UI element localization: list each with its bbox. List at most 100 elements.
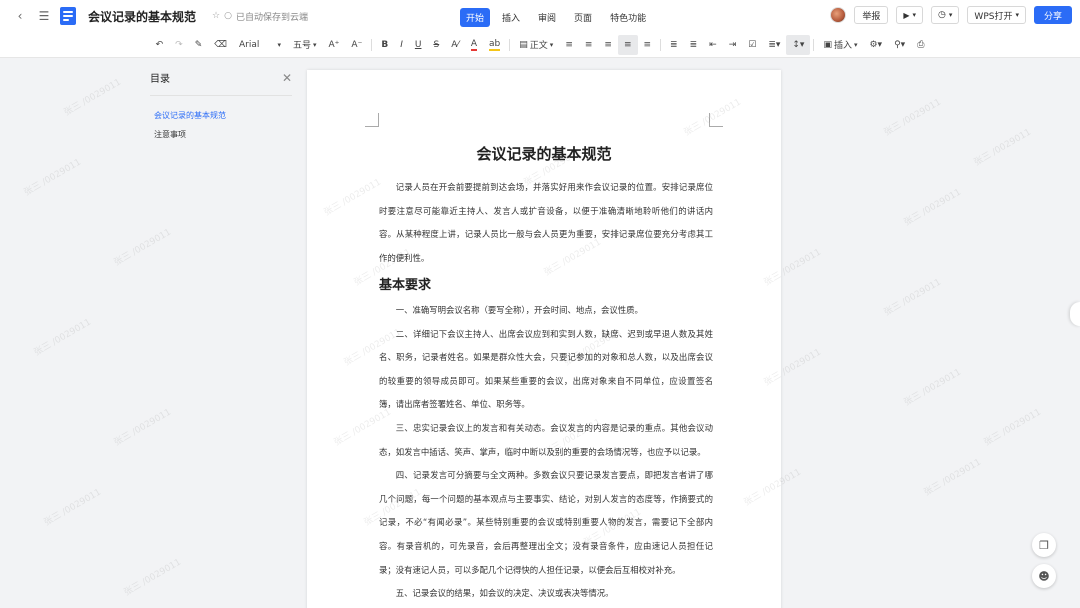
print-icon[interactable]: ⎙ [911, 35, 930, 55]
dropdown-icon: ▾ [853, 40, 858, 49]
crop-mark [365, 113, 379, 127]
document-logo-icon [60, 7, 76, 25]
list-item: 三、忠实记录会议上的发言和有关动态。会议发言的内容是记录的重点。其他会议动态，如… [379, 422, 713, 457]
watermark: 张三 /0029011 [112, 227, 173, 269]
intro-paragraph: 记录人员在开会前要提前到达会场，并落实好用来作会议记录的位置。安排记录席位时要注… [379, 182, 713, 263]
close-icon[interactable]: ✕ [282, 71, 292, 85]
increase-font-icon[interactable]: A⁺ [323, 35, 346, 55]
bold-icon[interactable]: B [375, 35, 394, 55]
line-spacing-icon[interactable]: ↕▾ [786, 34, 811, 55]
indent-icon[interactable]: ⇥ [723, 35, 743, 55]
align-justify-icon[interactable]: ≡ [617, 34, 638, 55]
tab-insert[interactable]: 插入 [496, 8, 526, 27]
open-wps-button[interactable]: WPS打开 ▾ [967, 6, 1026, 24]
crop-mark [709, 113, 723, 127]
dropdown-icon: ▾ [312, 40, 317, 49]
assistant-avatar-icon: ☻ [1038, 569, 1050, 583]
watermark: 张三 /0029011 [982, 407, 1043, 449]
image-icon: ▣ [823, 39, 832, 50]
eraser-icon[interactable]: ⌫ [208, 35, 233, 55]
insert-menu[interactable]: ▣ 插入 ▾ [817, 35, 863, 55]
divider [660, 38, 662, 51]
watermark: 张三 /0029011 [902, 187, 963, 229]
copy-icon: ❐ [1039, 538, 1049, 552]
align-left-icon[interactable]: ≡ [559, 35, 579, 55]
comment-panel-button[interactable]: ❐ [1032, 533, 1056, 557]
divider [509, 38, 511, 51]
checklist-icon[interactable]: ☑ [742, 35, 762, 55]
document-title[interactable]: 会议记录的基本规范 [88, 8, 196, 25]
underline-icon[interactable]: U [409, 35, 428, 55]
italic-icon[interactable]: I [394, 35, 409, 55]
tools-icon[interactable]: ⚙▾ [863, 35, 888, 55]
document-page[interactable]: 会议记录的基本规范 记录人员在开会前要提前到达会场，并落实好用来作会议记录的位置… [307, 70, 781, 608]
dropdown-icon: ▾ [277, 40, 281, 49]
text-effect-icon[interactable]: A⁄ [445, 35, 465, 55]
dropdown-icon: ▾ [549, 40, 554, 49]
paragraph-style-value: 正文 [529, 41, 548, 51]
star-icon[interactable]: ☆ [212, 11, 220, 21]
toc-title: 目录 [150, 74, 170, 85]
distribute-icon[interactable]: ≡ [638, 35, 658, 55]
watermark: 张三 /0029011 [922, 457, 983, 499]
back-icon[interactable]: ‹ [12, 8, 28, 24]
align-center-icon[interactable]: ≡ [579, 35, 599, 55]
open-wps-label: WPS打开 [974, 11, 1013, 22]
watermark: 张三 /0029011 [972, 127, 1033, 169]
watermark: 张三 /0029011 [32, 317, 93, 359]
save-status: ☆ ○ 已自动保存到云端 [212, 10, 308, 23]
toc-item[interactable]: 会议记录的基本规范 [150, 104, 292, 123]
menu-tabs: 开始 插入 审阅 页面 特色功能 [460, 8, 652, 27]
clock-icon: ◷ [938, 10, 946, 20]
watermark: 张三 /0029011 [902, 367, 963, 409]
watermark: 张三 /0029011 [22, 157, 83, 199]
tab-features[interactable]: 特色功能 [604, 8, 652, 27]
numbered-list-icon[interactable]: ≣ [664, 35, 684, 55]
format-painter-icon[interactable]: ✎ [189, 35, 209, 55]
font-size-select[interactable]: 五号 ▾ [287, 35, 323, 55]
present-button[interactable]: ▶ ▾ [896, 6, 924, 24]
watermark: 张三 /0029011 [42, 487, 103, 529]
report-button[interactable]: 举报 [854, 6, 889, 24]
search-icon[interactable]: ⚲▾ [888, 35, 911, 55]
formatting-toolbar: ↶ ↷ ✎ ⌫ Arial ▾ 五号 ▾ A⁺ A⁻ B I U S A⁄ A … [0, 32, 1080, 58]
insert-menu-label: 插入 [833, 41, 852, 51]
tab-review[interactable]: 审阅 [532, 8, 562, 27]
side-panel-handle[interactable] [1070, 302, 1080, 326]
strikethrough-icon[interactable]: S [427, 35, 445, 55]
document-heading: 会议记录的基本规范 [476, 145, 612, 163]
dropdown-icon: ▾ [948, 11, 953, 19]
watermark: 张三 /0029011 [882, 277, 943, 319]
watermark: 张三 /0029011 [122, 557, 183, 599]
decrease-font-icon[interactable]: A⁻ [345, 35, 368, 55]
paragraph-style-select[interactable]: ▤ 正文 ▾ [513, 35, 559, 55]
undo-icon[interactable]: ↶ [150, 35, 170, 55]
tab-start[interactable]: 开始 [460, 8, 491, 27]
section-heading: 基本要求 [379, 278, 432, 293]
list-style-icon[interactable]: ≣▾ [762, 35, 786, 55]
redo-icon[interactable]: ↷ [169, 35, 189, 55]
divider [813, 38, 815, 51]
table-of-contents: 目录 ✕ 会议记录的基本规范 注意事项 [150, 70, 292, 142]
toc-header: 目录 ✕ [150, 70, 292, 96]
watermark: 张三 /0029011 [112, 407, 173, 449]
history-button[interactable]: ◷ ▾ [931, 6, 960, 24]
avatar[interactable] [830, 7, 847, 23]
list-item: 四、记录发言可分摘要与全文两种。多数会议只要记录发言要点，即把发言者讲了哪几个问… [379, 470, 713, 575]
font-color-icon[interactable]: A [465, 35, 483, 55]
assistant-button[interactable]: ☻ [1032, 564, 1056, 588]
list-item: 五、记录会议的结果，如会议的决定、决议或表决等情况。 [395, 588, 614, 599]
font-family-select[interactable]: Arial ▾ [233, 35, 287, 55]
tab-page[interactable]: 页面 [568, 8, 598, 27]
outdent-icon[interactable]: ⇤ [703, 35, 723, 55]
style-icon: ▤ [519, 39, 528, 50]
align-right-icon[interactable]: ≡ [598, 35, 618, 55]
font-family-value: Arial [238, 39, 260, 50]
bullet-list-icon[interactable]: ≣ [684, 35, 704, 55]
toc-item[interactable]: 注意事项 [150, 123, 292, 142]
requirements-list: 一、准确写明会议名称（要写全称），开会时间、地点，会议性质。 二、详细记下会议主… [379, 299, 713, 606]
dropdown-icon: ▾ [912, 11, 917, 19]
highlight-icon[interactable]: ab [483, 35, 506, 55]
menu-icon[interactable]: ☰ [36, 8, 52, 24]
share-button[interactable]: 分享 [1033, 6, 1072, 24]
